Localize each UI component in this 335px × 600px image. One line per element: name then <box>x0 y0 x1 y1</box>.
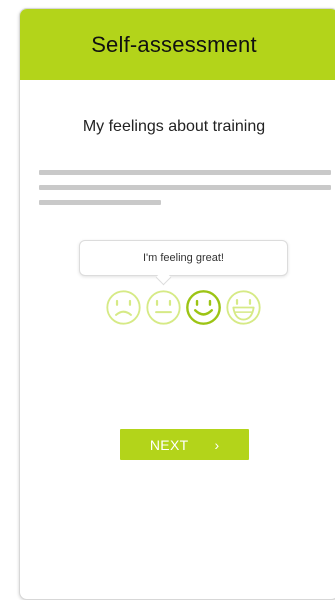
next-button[interactable]: NEXT › <box>120 429 249 460</box>
page-title: Self-assessment <box>91 31 257 57</box>
assessment-card: Self-assessment My feelings about traini… <box>19 8 335 600</box>
very-happy-face-icon[interactable] <box>225 289 262 326</box>
happy-face-icon[interactable] <box>185 289 222 326</box>
next-button-label: NEXT <box>149 436 189 453</box>
header-bar: Self-assessment <box>20 9 335 80</box>
text-placeholder-line-3 <box>39 200 161 205</box>
neutral-face-icon[interactable] <box>145 289 182 326</box>
feeling-tooltip: I'm feeling great! <box>79 240 288 276</box>
text-placeholder-line-1 <box>39 170 331 175</box>
section-title: My feelings about training <box>82 118 266 135</box>
chevron-right-icon: › <box>214 436 220 453</box>
feeling-selector <box>105 289 262 329</box>
sad-face-icon[interactable] <box>105 289 142 326</box>
tooltip-text: I'm feeling great! <box>143 252 224 264</box>
text-placeholder-line-2 <box>39 185 331 190</box>
